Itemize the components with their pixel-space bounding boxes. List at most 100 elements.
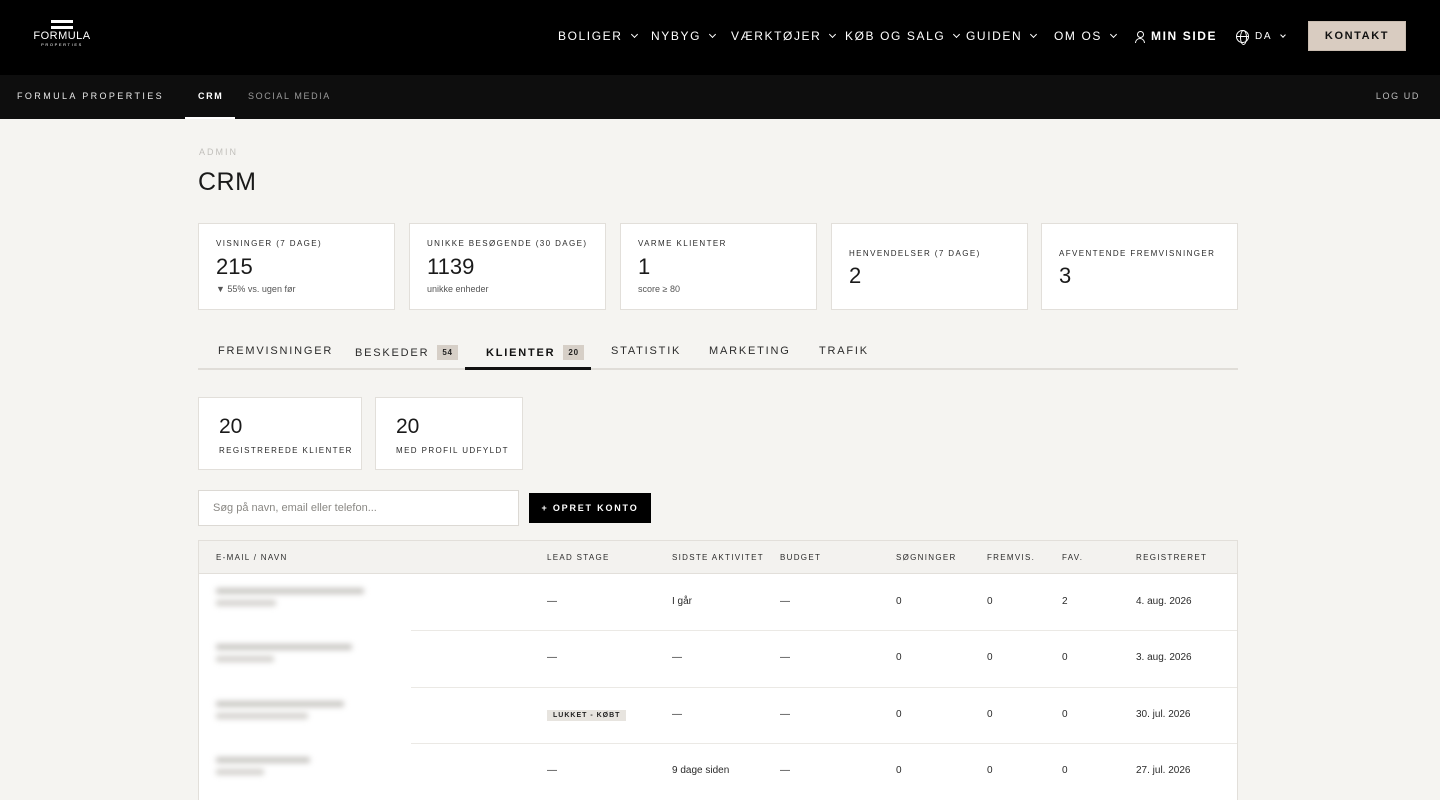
lead-stage-cell: LUKKET - KØBT — [547, 709, 627, 721]
searches-count: 0 — [896, 765, 902, 776]
kpi-value: 2 — [849, 263, 862, 288]
redacted-client-name — [216, 644, 352, 662]
registered-date: 27. jul. 2026 — [1136, 765, 1191, 776]
count-badge: 54 — [437, 345, 458, 360]
nav-label: GUIDEN — [966, 29, 1023, 43]
nav-guiden[interactable]: GUIDEN — [966, 27, 1038, 45]
tab-fremvisninger[interactable]: FREMVISNINGER — [218, 345, 333, 357]
logo-mark — [51, 26, 73, 29]
table-row[interactable]: — I går — 0 0 2 4. aug. 2026 — [199, 574, 1237, 631]
tab-label: STATISTIK — [611, 345, 682, 357]
kpi-label: AFVENTENDE FREMVISNINGER — [1059, 249, 1216, 258]
last-activity: I går — [672, 596, 693, 607]
column-header[interactable]: REGISTRERET — [1136, 553, 1207, 562]
language-label: DA — [1255, 30, 1273, 42]
kpi-label: VISNINGER (7 DAGE) — [216, 239, 323, 248]
logo-subtitle: PROPERTIES — [41, 42, 83, 47]
redacted-client-name — [216, 701, 344, 719]
tab-label: KLIENTER — [486, 346, 556, 359]
summary-card-profile-complete: 20 MED PROFIL UDFYLDT — [375, 397, 523, 470]
formula-logo[interactable]: FORMULA PROPERTIES — [33, 20, 91, 54]
registered-date: 3. aug. 2026 — [1136, 652, 1192, 663]
globe-icon — [1236, 29, 1249, 45]
nav-vaerktoejer[interactable]: VÆRKTØJER — [731, 27, 837, 45]
searches-count: 0 — [896, 709, 902, 720]
summary-label: REGISTREREDE KLIENTER — [219, 446, 353, 455]
column-header[interactable]: SØGNINGER — [896, 553, 957, 562]
showings-count: 0 — [987, 652, 993, 663]
tab-beskeder[interactable]: BESKEDER 54 — [355, 345, 458, 360]
last-activity: — — [672, 709, 682, 720]
chevron-down-icon — [829, 30, 837, 39]
kpi-card-views: VISNINGER (7 DAGE) 215 ▼ 55% vs. ugen fø… — [198, 223, 395, 310]
tab-social-media[interactable]: SOCIAL MEDIA — [248, 91, 331, 101]
column-header[interactable]: FAV. — [1062, 553, 1083, 562]
kpi-label: UNIKKE BESØGENDE (30 DAGE) — [427, 239, 588, 248]
lead-stage: — — [547, 652, 557, 663]
chevron-down-icon — [1280, 31, 1286, 38]
nav-label: KØB OG SALG — [845, 29, 946, 43]
breadcrumb[interactable]: ADMIN — [199, 147, 238, 157]
subnav-brand: FORMULA PROPERTIES — [17, 91, 165, 101]
redacted-client-name — [216, 757, 310, 775]
table-row[interactable]: LUKKET - KØBT — — 0 0 0 30. jul. 2026 — [199, 687, 1237, 744]
kpi-value: 1139 — [427, 254, 475, 279]
table-row[interactable]: — 9 dage siden — 0 0 0 27. jul. 2026 — [199, 744, 1237, 800]
searches-count: 0 — [896, 596, 902, 607]
client-search-input[interactable] — [198, 490, 519, 526]
table-header: E-MAIL / NAVN LEAD STAGE SIDSTE AKTIVITE… — [199, 541, 1237, 574]
table-row[interactable]: — — — 0 0 0 3. aug. 2026 — [199, 631, 1237, 688]
last-activity: 9 dage siden — [672, 765, 730, 776]
tab-crm[interactable]: CRM — [198, 91, 223, 101]
tab-label: TRAFIK — [819, 345, 869, 357]
min-side-link[interactable]: MIN SIDE — [1135, 27, 1217, 45]
logo-mark — [51, 20, 73, 23]
top-navigation: FORMULA PROPERTIES BOLIGER NYBYG VÆRKTØJ… — [0, 0, 1440, 75]
chevron-down-icon — [1109, 30, 1118, 39]
kpi-value: 3 — [1059, 263, 1072, 288]
kpi-card-inquiries: HENVENDELSER (7 DAGE) 2 — [831, 223, 1028, 310]
create-account-button[interactable]: + OPRET KONTO — [529, 493, 651, 523]
logout-link[interactable]: LOG UD — [1376, 91, 1420, 101]
favorites-count: 2 — [1062, 596, 1068, 607]
summary-value: 20 — [219, 415, 243, 438]
lead-stage: — — [547, 765, 557, 776]
kpi-note: score ≥ 80 — [638, 284, 680, 294]
nav-label: NYBYG — [651, 29, 702, 43]
kpi-card-hot-clients: VARME KLIENTER 1 score ≥ 80 — [620, 223, 817, 310]
clients-table: E-MAIL / NAVN LEAD STAGE SIDSTE AKTIVITE… — [198, 540, 1238, 800]
language-selector[interactable]: DA — [1236, 27, 1286, 45]
nav-om-os[interactable]: OM OS — [1054, 27, 1118, 45]
tab-trafik[interactable]: TRAFIK — [819, 345, 869, 357]
nav-koeb-og-salg[interactable]: KØB OG SALG — [845, 27, 961, 45]
kpi-label: VARME KLIENTER — [638, 239, 727, 248]
kpi-value: 215 — [216, 254, 253, 279]
last-activity: — — [672, 652, 682, 663]
kpi-label: HENVENDELSER (7 DAGE) — [849, 249, 981, 258]
tab-label: BESKEDER — [355, 346, 430, 359]
column-header[interactable]: E-MAIL / NAVN — [216, 553, 288, 562]
column-header[interactable]: SIDSTE AKTIVITET — [672, 553, 764, 562]
tab-statistik[interactable]: STATISTIK — [611, 345, 681, 357]
favorites-count: 0 — [1062, 765, 1068, 776]
redacted-client-name — [216, 588, 364, 606]
user-icon — [1135, 30, 1145, 43]
nav-boliger[interactable]: BOLIGER — [558, 27, 638, 45]
nav-nybyg[interactable]: NYBYG — [651, 27, 717, 45]
tab-klienter[interactable]: KLIENTER 20 — [486, 345, 584, 360]
lead-stage-badge: LUKKET - KØBT — [547, 710, 627, 721]
kpi-note: ▼ 55% vs. ugen før — [216, 284, 296, 294]
chevron-down-icon — [953, 30, 961, 39]
tab-marketing[interactable]: MARKETING — [709, 345, 791, 357]
column-header[interactable]: BUDGET — [780, 553, 821, 562]
summary-value: 20 — [396, 415, 420, 438]
column-header[interactable]: FREMVIS. — [987, 553, 1035, 562]
tab-label: FREMVISNINGER — [218, 345, 334, 357]
tabs-divider — [198, 368, 1238, 370]
showings-count: 0 — [987, 596, 993, 607]
nav-label: OM OS — [1054, 29, 1103, 43]
column-header[interactable]: LEAD STAGE — [547, 553, 610, 562]
logo-wordmark: FORMULA — [33, 30, 91, 42]
contact-button[interactable]: KONTAKT — [1308, 21, 1406, 51]
showings-count: 0 — [987, 709, 993, 720]
